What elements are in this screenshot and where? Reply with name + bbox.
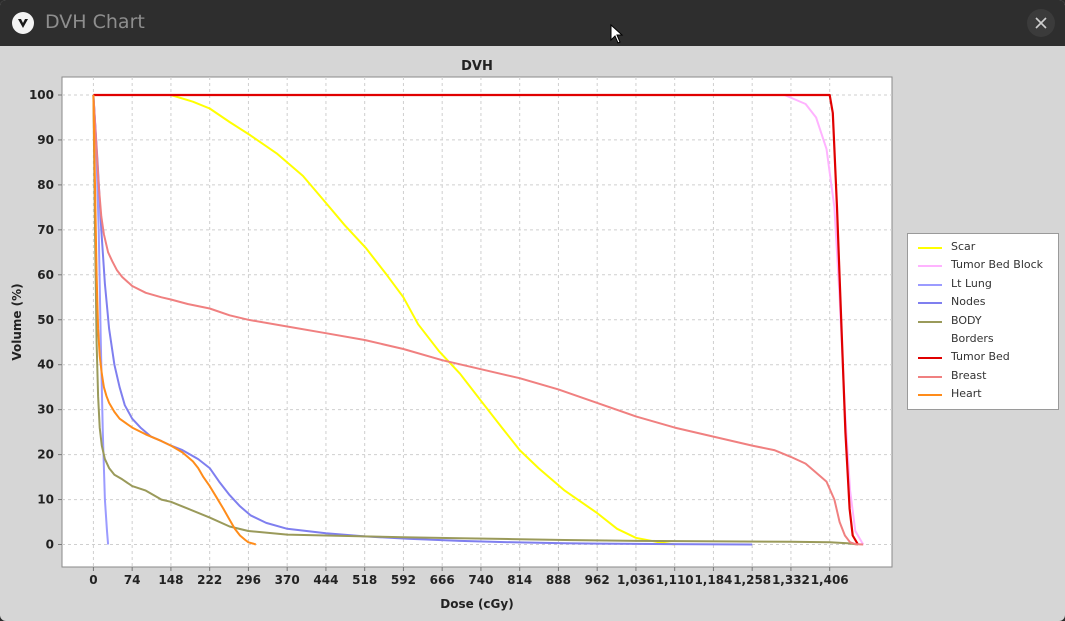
- legend-swatch: [918, 283, 942, 286]
- x-tick-label: 222: [197, 573, 222, 587]
- y-tick-label: 40: [37, 358, 54, 372]
- title-bar[interactable]: DVH Chart: [0, 0, 1065, 46]
- legend-swatch: [918, 339, 942, 341]
- legend-label: BODY: [951, 313, 982, 327]
- legend-label: Scar: [951, 240, 976, 253]
- chart-legend: Scar Tumor Bed Block Lt Lung Nodes BODY Borde…: [907, 233, 1059, 410]
- legend-swatch: [918, 320, 942, 323]
- legend-item: Borders: [908, 331, 1058, 349]
- legend-item: Tumor Bed: [908, 349, 1058, 367]
- legend-item: Heart: [908, 386, 1058, 404]
- y-tick-label: 80: [37, 178, 54, 192]
- legend-swatch: [918, 357, 942, 360]
- x-tick-label: 962: [585, 573, 610, 587]
- x-tick-label: 1,036: [617, 573, 655, 587]
- legend-item: Tumor Bed Block: [908, 257, 1058, 275]
- legend-swatch: [918, 394, 942, 397]
- x-tick-label: 74: [124, 573, 141, 587]
- legend-item: BODY: [908, 313, 1058, 331]
- y-tick-label: 30: [37, 403, 54, 417]
- x-tick-label: 666: [430, 573, 455, 587]
- x-tick-label: 1,332: [772, 573, 810, 587]
- x-tick-label: 592: [391, 573, 416, 587]
- x-tick-label: 740: [468, 573, 493, 587]
- y-tick-label: 20: [37, 448, 54, 462]
- x-tick-label: 444: [313, 573, 338, 587]
- x-tick-label: 0: [89, 573, 97, 587]
- close-icon: [1035, 17, 1047, 29]
- legend-label: Nodes: [951, 295, 986, 309]
- y-tick-label: 0: [46, 538, 54, 552]
- y-tick-label: 60: [37, 268, 54, 282]
- legend-swatch: [918, 375, 942, 378]
- x-tick-label: 888: [546, 573, 571, 587]
- legend-label: Borders: [951, 332, 994, 345]
- legend-item: Scar: [908, 239, 1058, 257]
- x-tick-label: 1,110: [656, 573, 694, 587]
- mouse-cursor-icon: [610, 24, 624, 44]
- chart-title: DVH: [461, 59, 493, 74]
- x-tick-label: 148: [158, 573, 183, 587]
- x-tick-label: 1,184: [694, 573, 732, 587]
- app-logo-icon: [12, 12, 34, 34]
- chart-panel: 0 74 148 222 296 370 444 518 592 666 740 814 888 962 1…: [4, 46, 1061, 617]
- x-tick-label: 1,406: [811, 573, 849, 587]
- legend-item: Breast: [908, 368, 1058, 386]
- y-axis-label: Volume (%): [10, 283, 24, 360]
- y-tick-label: 50: [37, 313, 54, 327]
- dvh-window: DVH Chart 0 74 148 222 296 370 444 518 592 666 740…: [0, 0, 1065, 621]
- y-tick-label: 70: [37, 223, 54, 237]
- legend-item: Nodes: [908, 294, 1058, 312]
- legend-label: Heart: [951, 387, 982, 401]
- plot-area: [61, 76, 893, 568]
- close-button[interactable]: [1027, 9, 1055, 37]
- legend-label: Tumor Bed Block: [951, 258, 1044, 272]
- legend-label: Breast: [951, 368, 987, 382]
- x-tick-label: 518: [352, 573, 377, 587]
- window-title: DVH Chart: [45, 11, 145, 33]
- legend-label: Lt Lung: [951, 276, 992, 290]
- legend-swatch: [918, 247, 942, 249]
- y-tick-label: 100: [29, 88, 54, 102]
- y-tick-label: 90: [37, 133, 54, 147]
- x-tick-label: 814: [507, 573, 532, 587]
- legend-item: Lt Lung: [908, 276, 1058, 294]
- x-tick-label: 296: [236, 573, 261, 587]
- x-tick-label: 1,258: [733, 573, 771, 587]
- x-axis-label: Dose (cGy): [440, 597, 513, 611]
- x-tick-label: 370: [275, 573, 300, 587]
- y-tick-label: 10: [37, 493, 54, 507]
- legend-swatch: [918, 265, 942, 268]
- dvh-chart: 0 74 148 222 296 370 444 518 592 666 740 814 888 962 1…: [10, 59, 893, 611]
- legend-swatch: [918, 302, 942, 305]
- legend-label: Tumor Bed: [951, 350, 1010, 364]
